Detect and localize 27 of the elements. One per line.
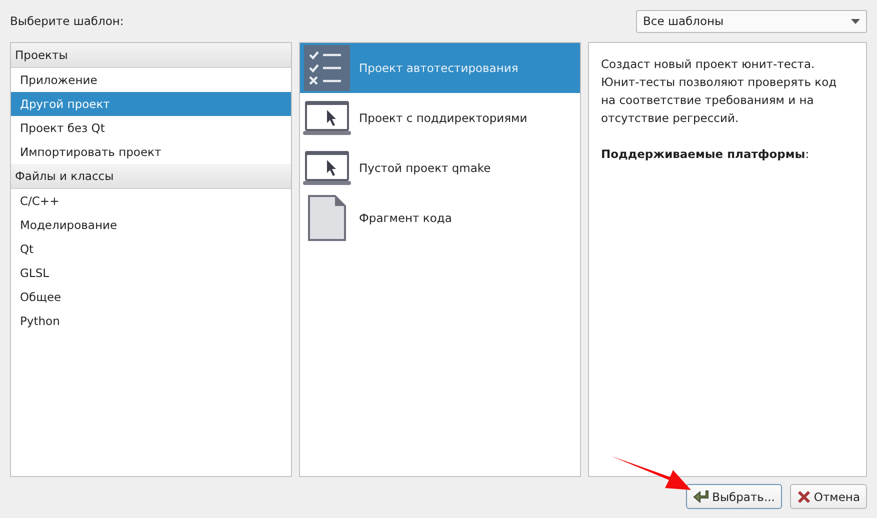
template-item[interactable]: Проект с поддиректориями [300,93,580,143]
category-item[interactable]: Проект без Qt [11,116,291,140]
category-item[interactable]: Qt [11,237,291,261]
cancel-button[interactable]: Отмена [790,484,867,509]
template-item[interactable]: Фрагмент кода [300,193,580,243]
category-item[interactable]: Другой проект [11,92,291,116]
dropdown-arrow-icon [851,18,860,24]
supported-platforms-text: Поддерживаемые платформы: [601,146,810,163]
close-icon [796,490,811,504]
return-arrow-icon [693,490,710,504]
template-label: Выберите шаблон: [10,14,124,28]
laptop-icon [303,100,351,136]
category-item[interactable]: Общее [11,285,291,309]
category-header: Файлы и классы [11,164,291,189]
category-item[interactable]: Python [11,309,291,333]
template-item[interactable]: Пустой проект qmake [300,143,580,193]
category-item[interactable]: GLSL [11,261,291,285]
category-item[interactable]: Приложение [11,68,291,92]
choose-button[interactable]: Выбрать... [686,484,782,509]
category-item[interactable]: C/C++ [11,189,291,213]
checklist-icon [303,45,351,91]
template-filter-dropdown[interactable]: Все шаблоны [636,10,867,32]
category-header: Проекты [11,43,291,68]
category-item[interactable]: Моделирование [11,213,291,237]
laptop-icon [303,150,351,186]
category-item[interactable]: Импортировать проект [11,140,291,164]
description-text: Создаст новый проект юнит-теста. Юнит-тесты позволяют проверять код на соответствие требованиям и на отсутствие регрессий. [601,56,838,127]
